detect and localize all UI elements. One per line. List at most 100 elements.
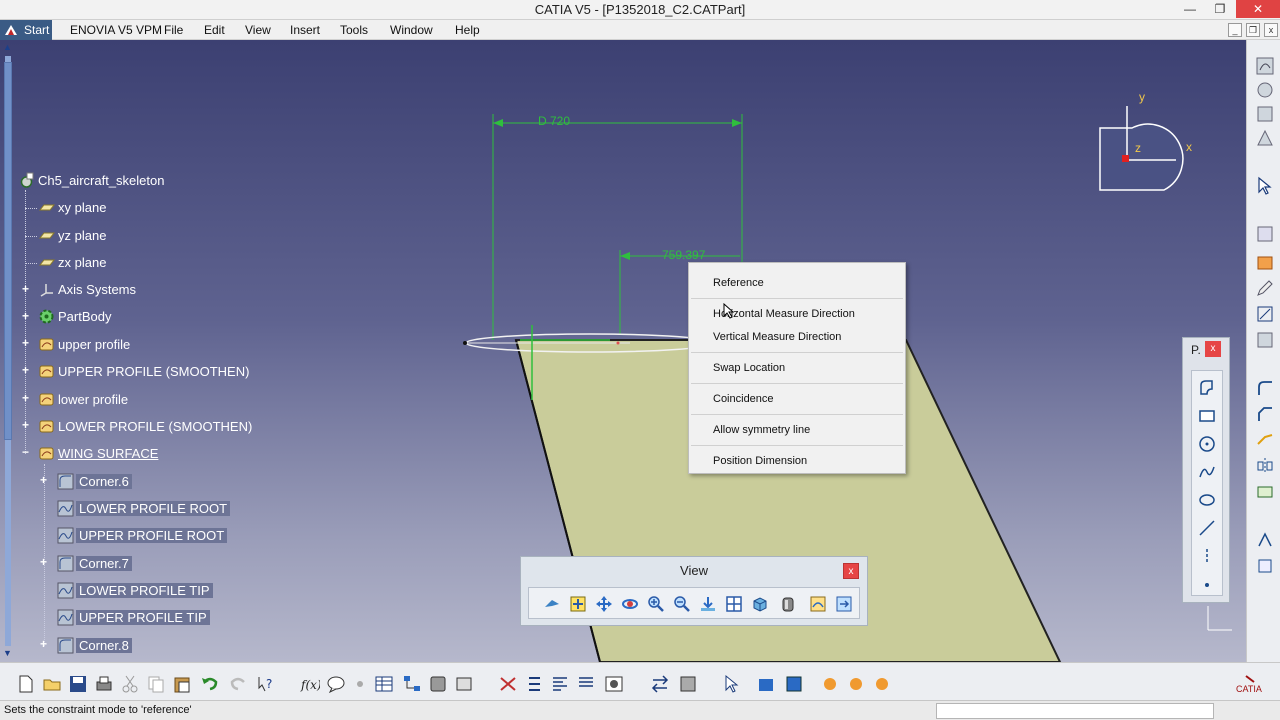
shading-icon[interactable] [779, 595, 797, 613]
hide-show-icon[interactable] [809, 595, 827, 613]
line-icon[interactable] [1198, 519, 1216, 537]
workbench-shape-icon[interactable] [1255, 128, 1275, 148]
context-item-swap-location[interactable]: Swap Location [713, 362, 785, 374]
save-icon[interactable] [68, 674, 88, 694]
multi-view-icon[interactable] [725, 595, 743, 613]
expand-icon[interactable]: + [38, 556, 49, 568]
menu-view[interactable]: View [245, 23, 271, 37]
grid-orange-icon[interactable] [820, 674, 840, 694]
workbench-gear-icon[interactable] [1255, 80, 1275, 100]
context-item-allow-symmetry-line[interactable]: Allow symmetry line [713, 424, 810, 436]
manipulate-icon[interactable] [678, 674, 698, 694]
chamfer-tool-icon[interactable] [1255, 404, 1275, 424]
expand-icon[interactable]: + [20, 419, 31, 431]
expand-icon[interactable]: + [38, 474, 49, 486]
edit-sketch-icon[interactable] [1255, 304, 1275, 324]
parameters-icon[interactable] [576, 674, 596, 694]
redo-icon[interactable] [228, 674, 248, 694]
doc-close-button[interactable]: x [1264, 23, 1278, 37]
menu-enovia[interactable]: ENOVIA V5 VPM [70, 23, 162, 37]
profile-toolbar-close-button[interactable]: x [1205, 341, 1221, 357]
rectangle-icon[interactable] [1198, 407, 1216, 425]
select-cursor-icon[interactable] [722, 674, 742, 694]
expand-icon[interactable]: + [38, 638, 49, 650]
compass-shape[interactable] [1099, 123, 1184, 191]
3d-viewport[interactable]: ▲ ▼ D 720 759.397 y x z Ch5_aircraft_ske… [0, 40, 1246, 662]
profile-endpoint[interactable] [463, 341, 467, 345]
catalog-icon[interactable] [428, 674, 448, 694]
view-toolbar[interactable]: View x [520, 556, 868, 626]
expand-icon[interactable]: + [20, 364, 31, 376]
new-file-icon[interactable] [16, 674, 36, 694]
context-item-coincidence[interactable]: Coincidence [713, 393, 774, 405]
print-icon[interactable] [94, 674, 114, 694]
expand-icon[interactable]: + [20, 337, 31, 349]
point-icon[interactable] [1198, 575, 1216, 593]
whats-this-help-icon[interactable]: ? [256, 674, 276, 694]
axis-icon[interactable] [1198, 547, 1216, 565]
pan-icon[interactable] [595, 595, 613, 613]
menu-start[interactable]: Start [0, 20, 52, 40]
orange-box-icon[interactable] [1255, 252, 1275, 272]
view-toolbar-close-button[interactable]: x [843, 563, 859, 579]
maximize-button[interactable]: ❐ [1206, 0, 1234, 18]
measure-icon[interactable] [454, 674, 474, 694]
undo-icon[interactable] [200, 674, 220, 694]
command-input[interactable] [936, 703, 1214, 719]
profile-icon[interactable] [1198, 379, 1216, 397]
select-arrow-icon[interactable] [1255, 176, 1275, 196]
mirror-tool-icon[interactable] [1255, 456, 1275, 476]
minimize-button[interactable]: — [1176, 0, 1204, 18]
table-icon[interactable] [374, 674, 394, 694]
collapse-icon[interactable]: − [20, 446, 31, 458]
fix-together-icon[interactable] [1255, 556, 1275, 576]
zoom-in-icon[interactable] [647, 595, 665, 613]
pencil-icon[interactable] [1255, 278, 1275, 298]
constraint-dialog-icon[interactable] [1255, 530, 1275, 550]
sketcher-workbench-icon[interactable] [1255, 56, 1275, 76]
paste-icon[interactable] [172, 674, 192, 694]
swap-arrows-icon[interactable] [650, 674, 670, 694]
menu-help[interactable]: Help [455, 23, 480, 37]
expand-icon[interactable]: + [20, 392, 31, 404]
context-item-vertical-measure[interactable]: Vertical Measure Direction [713, 331, 841, 343]
menu-file[interactable]: File [164, 23, 183, 37]
image-capture-icon[interactable] [604, 674, 624, 694]
swap-visible-space-icon[interactable] [835, 595, 853, 613]
properties-list-icon[interactable] [550, 674, 570, 694]
fit-all-icon[interactable] [569, 595, 587, 613]
corner-tool-icon[interactable] [1255, 378, 1275, 398]
spline-icon[interactable] [1198, 463, 1216, 481]
menu-insert[interactable]: Insert [290, 23, 320, 37]
formula-icon[interactable]: f(x) [300, 674, 320, 694]
dimension-label-759[interactable]: 759.397 [662, 248, 705, 262]
cut-icon[interactable] [120, 674, 140, 694]
menu-window[interactable]: Window [390, 23, 433, 37]
project-3d-icon[interactable] [1255, 482, 1275, 502]
ordered-list-icon[interactable] [524, 674, 544, 694]
update-icon[interactable] [756, 674, 776, 694]
doc-minimize-button[interactable]: _ [1228, 23, 1242, 37]
context-item-position-dimension[interactable]: Position Dimension [713, 455, 807, 467]
output-feature-icon[interactable] [1255, 330, 1275, 350]
rotate-icon[interactable] [621, 595, 639, 613]
menu-edit[interactable]: Edit [204, 23, 225, 37]
tree-structure-icon[interactable] [402, 674, 422, 694]
expand-icon[interactable]: + [20, 283, 31, 295]
update-all-icon[interactable] [784, 674, 804, 694]
workbench-part-icon[interactable] [1255, 104, 1275, 124]
ellipse-icon[interactable] [1198, 491, 1216, 509]
knowledge-icon[interactable] [350, 674, 370, 694]
copy-icon[interactable] [146, 674, 166, 694]
zoom-out-icon[interactable] [673, 595, 691, 613]
dimension-label-720[interactable]: D 720 [538, 114, 570, 128]
normal-view-icon[interactable] [699, 595, 717, 613]
doc-restore-button[interactable]: ❐ [1246, 23, 1260, 37]
iso-view-icon[interactable] [751, 595, 769, 613]
menu-tools[interactable]: Tools [340, 23, 368, 37]
constraint-icon[interactable] [1255, 224, 1275, 244]
trim-tool-icon[interactable] [1255, 430, 1275, 450]
comment-icon[interactable] [326, 674, 346, 694]
open-folder-icon[interactable] [42, 674, 62, 694]
profile-toolbar[interactable]: P. x [1182, 337, 1230, 603]
